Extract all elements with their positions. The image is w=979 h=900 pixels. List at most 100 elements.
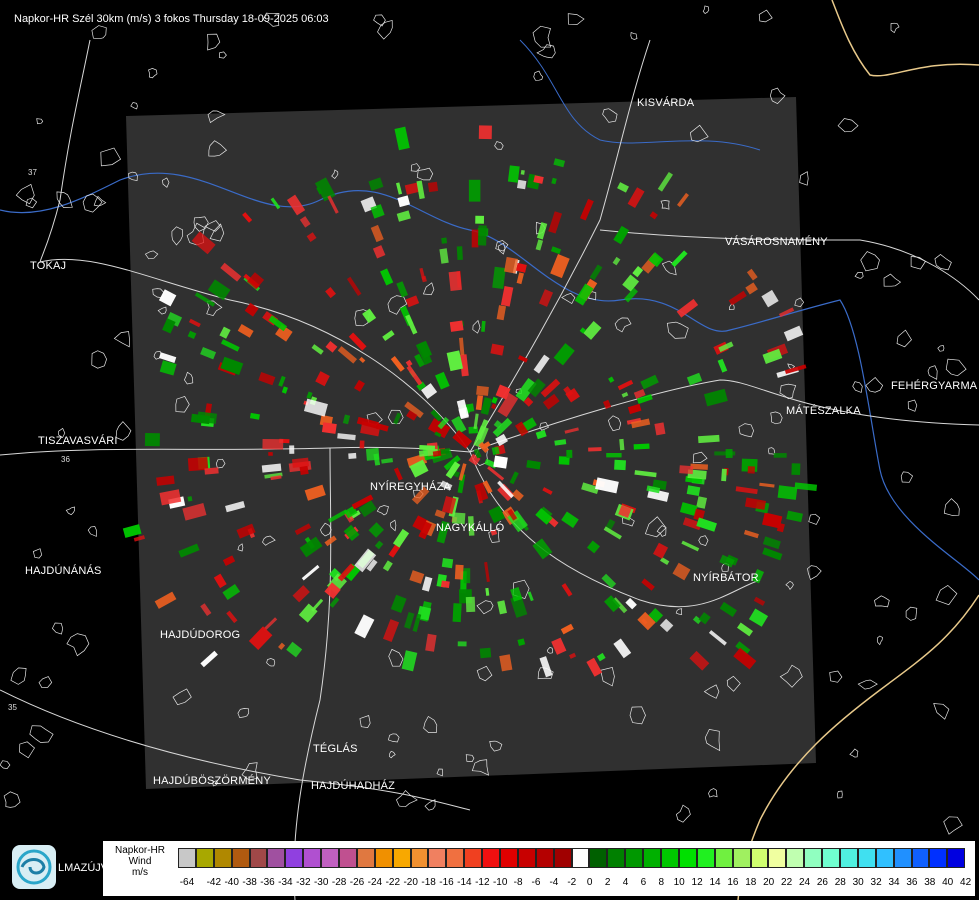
city-label-hajdunanas: HAJDÚNÁNÁS <box>25 565 102 577</box>
legend-swatch <box>500 848 518 868</box>
legend-swatch <box>643 848 662 868</box>
city-label-tokaj: TOKAJ <box>30 260 67 272</box>
legend-tick-label: 30 <box>852 877 864 888</box>
town-outline <box>532 25 552 48</box>
town-outline <box>900 471 914 483</box>
legend-tick-label: 2 <box>604 877 611 888</box>
legend-swatch <box>231 848 250 868</box>
legend-swatch <box>732 848 751 868</box>
legend-swatch <box>464 848 483 868</box>
town-outline <box>87 526 97 537</box>
legend-tick-label: 20 <box>763 877 775 888</box>
town-outline <box>910 256 926 270</box>
radar-echo-cell <box>654 422 666 436</box>
legend-tick-label: -28 <box>331 877 347 888</box>
city-label-hajduboszormeny: HAJDÚBÖSZÖRMÉNY <box>153 775 271 787</box>
legend-tick-label: -14 <box>457 877 472 888</box>
legend-tick-label: 4 <box>622 877 629 888</box>
town-outline <box>890 22 900 34</box>
legend-swatch <box>696 848 715 868</box>
legend-swatch <box>428 848 447 868</box>
legend-swatch <box>589 848 608 868</box>
town-outline <box>207 33 221 51</box>
legend-tick-label: -34 <box>278 877 293 888</box>
radar-echo-cell <box>606 453 622 458</box>
town-outline <box>758 9 773 23</box>
legend-tick-label: -36 <box>260 877 275 888</box>
legend-tick-labels: -64 -42 -40 -38 -36 -34 -32 -30 -28 -26 -24 -22 -20-… <box>178 877 975 891</box>
radar-echo-cell <box>262 438 284 450</box>
wind-legend: Napkor-HR Wind m/s -64 -42 -40 -38 -36 -34 -32… <box>103 841 975 896</box>
radar-echo-cell <box>476 385 489 396</box>
legend-tick-label: 26 <box>816 877 828 888</box>
legend-tick-label: -22 <box>385 877 401 888</box>
legend-swatch <box>553 848 572 868</box>
legend-swatch <box>195 848 214 868</box>
legend-label-line2: Wind <box>128 856 152 867</box>
town-outline <box>883 273 902 287</box>
legend-tick-label: -12 <box>475 877 490 888</box>
road-number-label: 37 <box>28 168 37 177</box>
legend-swatch <box>929 848 948 868</box>
radar-echo-cell <box>452 603 462 623</box>
road-number-label: 35 <box>8 703 17 712</box>
legend-tick-label: -40 <box>224 877 239 888</box>
radar-echo-cell <box>479 647 492 659</box>
legend-swatch <box>321 848 340 868</box>
radar-echo-cell <box>432 450 442 457</box>
town-outline <box>32 548 43 559</box>
city-label-vasarosnameny: VÁSÁROSNAMÉNY <box>725 236 828 248</box>
legend-swatch <box>768 848 787 868</box>
legend-swatch <box>517 848 536 868</box>
legend-tick-label: -38 <box>242 877 257 888</box>
city-label-mateszalka: MÁTÉSZALKA <box>786 405 861 417</box>
town-outline <box>218 51 227 59</box>
radar-echo-cell <box>144 433 160 447</box>
map-title: Napkor-HR Szél 30km (m/s) 3 fokos Thursd… <box>14 13 329 25</box>
radar-echo-cell <box>456 246 463 261</box>
radar-echo-cell <box>441 237 448 244</box>
legend-tick-label: -2 <box>567 877 577 888</box>
legend-tick-label: 6 <box>640 877 647 888</box>
city-label-nagykallo: NAGYKÁLLÓ <box>436 522 505 534</box>
radar-echo-cell <box>773 453 787 458</box>
radar-echo-cell <box>299 465 309 476</box>
town-outline <box>829 670 843 683</box>
radar-echo-cell <box>454 564 464 580</box>
radar-echo-cell <box>471 229 479 248</box>
radar-echo-cell <box>721 468 727 482</box>
legend-tick-label: 34 <box>888 877 900 888</box>
radar-echo-cell <box>588 447 602 452</box>
legend-tick-label: -16 <box>439 877 454 888</box>
legend-tick-label: -10 <box>492 877 508 888</box>
town-outline <box>15 183 35 205</box>
radar-echo-cell <box>633 443 650 450</box>
legend-tick-label: 18 <box>745 877 757 888</box>
town-outline <box>837 118 859 133</box>
legend-swatch <box>285 848 304 868</box>
legend-swatch <box>249 848 268 868</box>
radar-echo-cell <box>359 440 365 449</box>
radar-echo-cell <box>478 125 492 140</box>
radar-echo-cell <box>517 179 527 190</box>
legend-tick-label: 38 <box>924 877 936 888</box>
town-outline <box>702 5 710 15</box>
city-label-kisvarda: KISVÁRDA <box>637 97 695 109</box>
legend-swatch <box>571 848 590 868</box>
radar-map-view: Napkor-HR Szél 30km (m/s) 3 fokos Thursd… <box>0 0 979 900</box>
city-label-tiszavasvari: TISZAVASVÁRI <box>38 435 118 447</box>
town-outline <box>799 171 809 186</box>
radar-echo-cell <box>475 215 485 224</box>
town-outline <box>937 345 945 352</box>
legend-tick-label: -26 <box>349 877 365 888</box>
legend-swatch <box>804 848 823 868</box>
legend-tick-label: -64 <box>179 877 195 888</box>
city-label-hajdudorog: HAJDÚDOROG <box>160 629 241 641</box>
legend-tick-label: -32 <box>296 877 311 888</box>
town-outline <box>933 703 950 720</box>
legend-tick-label: 40 <box>942 877 954 888</box>
town-outline <box>860 251 880 272</box>
town-outline <box>10 667 27 685</box>
legend-swatch <box>750 848 769 868</box>
radar-echo-cell <box>747 466 755 474</box>
